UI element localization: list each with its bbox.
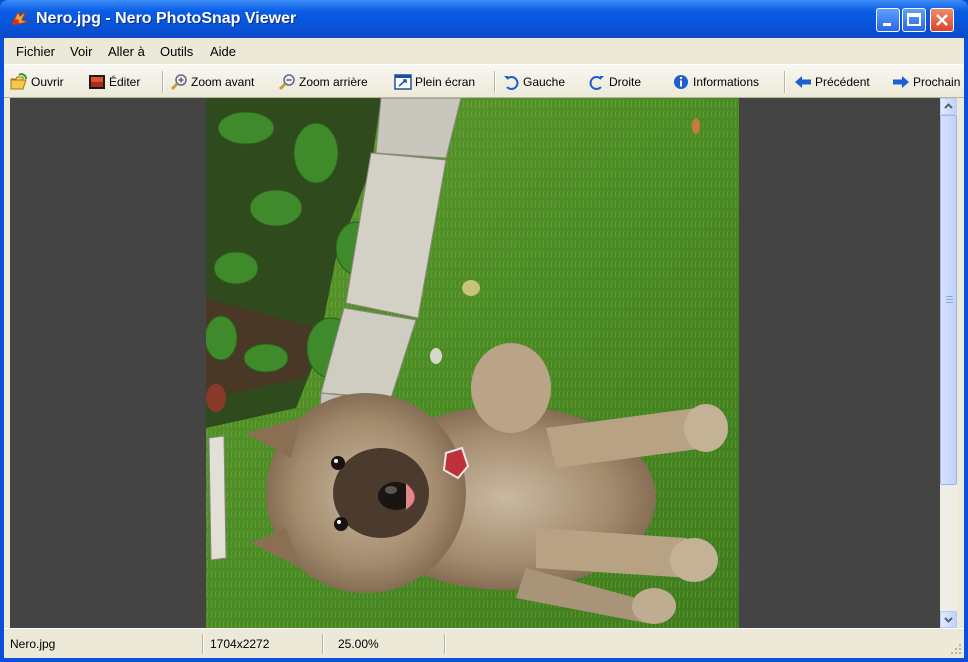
zoom-out-icon <box>278 74 295 91</box>
minimize-icon <box>883 23 891 26</box>
fullscreen-button[interactable]: Plein écran <box>394 71 475 93</box>
rotate-left-button[interactable]: Gauche <box>502 71 565 93</box>
menu-bar: Fichier Voir Aller à Outils Aide <box>4 38 964 64</box>
maximize-icon <box>907 13 921 26</box>
nero-photosnap-icon <box>11 10 30 25</box>
rotate-right-icon <box>589 76 604 90</box>
rotate-right-button[interactable]: Droite <box>588 71 641 93</box>
info-label: Informations <box>693 75 760 89</box>
client-area: Fichier Voir Aller à Outils Aide Ouvrir <box>4 38 964 658</box>
close-icon <box>936 14 948 26</box>
status-separator <box>322 634 324 654</box>
close-button[interactable] <box>930 8 954 32</box>
thumb-grip <box>946 302 953 303</box>
previous-label: Précédent <box>815 75 870 89</box>
info-icon <box>674 75 688 89</box>
rotate-left-icon <box>504 76 519 90</box>
fullscreen-label: Plein écran <box>415 75 476 89</box>
edit-image-icon <box>89 75 105 89</box>
minimize-button[interactable] <box>876 8 900 32</box>
toolbar-separator <box>494 71 496 93</box>
chevron-up-icon <box>944 103 953 109</box>
menu-fichier[interactable]: Fichier <box>16 44 55 59</box>
toolbar: Ouvrir Éditer Zoom avant Zoom arrière Pl… <box>4 64 964 98</box>
fullscreen-icon <box>394 74 412 90</box>
window-title: Nero.jpg - Nero PhotoSnap Viewer <box>36 10 297 27</box>
maximize-button[interactable] <box>902 8 926 32</box>
image-viewer[interactable] <box>10 98 940 628</box>
arrow-right-icon <box>893 76 909 88</box>
previous-button[interactable]: Précédent <box>794 71 870 93</box>
toolbar-separator <box>162 71 164 93</box>
resize-grip-icon[interactable] <box>948 641 962 655</box>
arrow-left-icon <box>795 76 811 88</box>
toolbar-separator <box>784 71 786 93</box>
app-window: Nero.jpg - Nero PhotoSnap Viewer Fichier… <box>0 0 968 662</box>
rotate-left-label: Gauche <box>523 75 566 89</box>
status-filename: Nero.jpg <box>10 637 56 651</box>
zoom-in-button[interactable]: Zoom avant <box>170 71 254 93</box>
thumb-grip <box>946 296 953 297</box>
next-button[interactable]: Prochain <box>892 71 960 93</box>
vertical-scrollbar[interactable] <box>940 98 957 628</box>
menu-aller-a[interactable]: Aller à <box>108 44 145 59</box>
dog-photo[interactable] <box>206 98 739 628</box>
info-button[interactable]: Informations <box>672 71 759 93</box>
zoom-in-icon <box>170 74 187 91</box>
status-separator <box>202 634 204 654</box>
scroll-thumb[interactable] <box>940 115 957 485</box>
title-bar[interactable]: Nero.jpg - Nero PhotoSnap Viewer <box>0 0 968 38</box>
edit-label: Éditer <box>109 75 141 89</box>
edit-button[interactable]: Éditer <box>88 71 140 93</box>
open-button[interactable]: Ouvrir <box>10 71 64 93</box>
menu-aide[interactable]: Aide <box>210 44 236 59</box>
open-label: Ouvrir <box>31 75 64 89</box>
scroll-up-button[interactable] <box>940 98 957 115</box>
menu-voir[interactable]: Voir <box>70 44 92 59</box>
zoom-out-label: Zoom arrière <box>299 75 368 89</box>
status-separator <box>444 634 446 654</box>
status-bar: Nero.jpg 1704x2272 25.00% <box>4 628 964 658</box>
menu-outils[interactable]: Outils <box>160 44 193 59</box>
scroll-down-button[interactable] <box>940 611 957 628</box>
rotate-right-label: Droite <box>609 75 642 89</box>
zoom-in-label: Zoom avant <box>191 75 255 89</box>
zoom-out-button[interactable]: Zoom arrière <box>278 71 368 93</box>
next-label: Prochain <box>913 75 961 89</box>
status-zoom: 25.00% <box>338 637 379 651</box>
chevron-down-icon <box>944 617 953 623</box>
thumb-grip <box>946 299 953 300</box>
status-dimensions: 1704x2272 <box>210 637 270 651</box>
folder-open-icon <box>10 73 27 90</box>
